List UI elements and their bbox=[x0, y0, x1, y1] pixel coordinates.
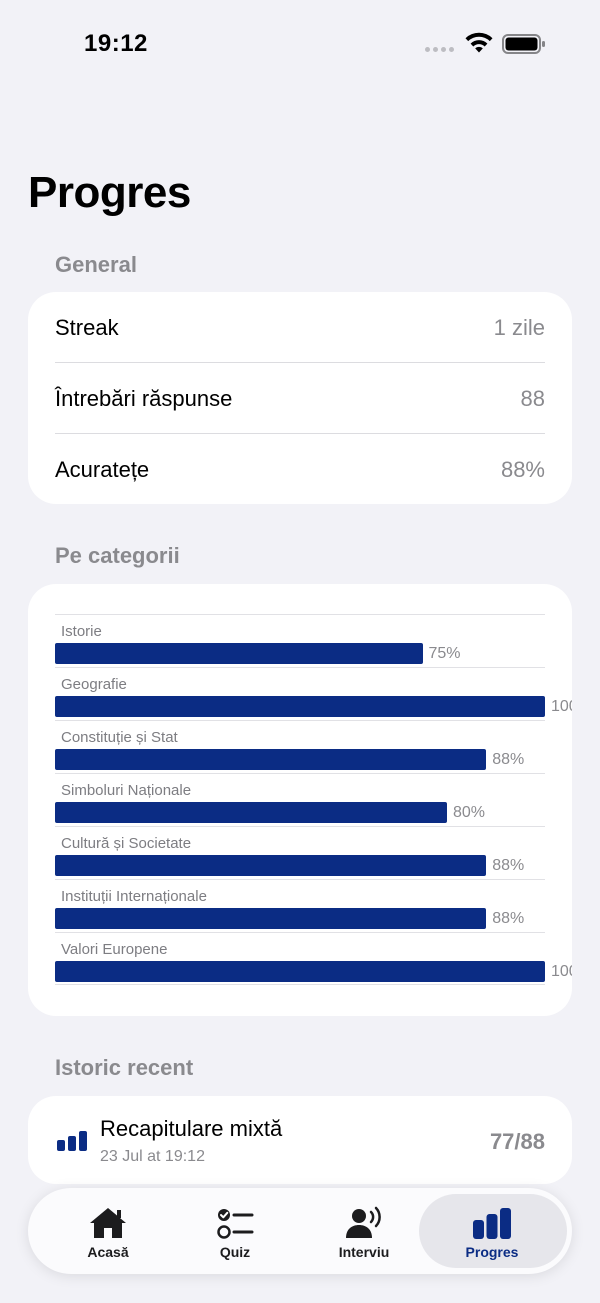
category-name: Cultură și Societate bbox=[61, 835, 192, 852]
stat-label: Acuratețe bbox=[55, 456, 150, 482]
category-percent: 88% bbox=[492, 910, 525, 927]
category-progress-bar bbox=[55, 643, 423, 664]
page-title: Progres bbox=[28, 168, 191, 217]
tab-progress[interactable]: Progres bbox=[428, 1194, 556, 1268]
category-name: Simboluri Naționale bbox=[61, 782, 192, 799]
category-percent: 75% bbox=[428, 645, 461, 662]
history-item-title: Recapitulare mixtă bbox=[100, 1116, 283, 1141]
category-percent: 80% bbox=[453, 804, 486, 821]
category-percent: 88% bbox=[492, 751, 525, 768]
tab-label: Interviu bbox=[338, 1244, 390, 1260]
history-item[interactable]: Recapitulare mixtă 23 Jul at 19:12 77/88 bbox=[28, 1096, 572, 1184]
category-name: Constituție și Stat bbox=[61, 729, 178, 746]
stat-label: Întrebări răspunse bbox=[55, 385, 233, 411]
wifi-icon bbox=[465, 32, 493, 53]
house-icon bbox=[90, 1208, 126, 1238]
cellular-signal-icon bbox=[425, 47, 454, 52]
category-row: Istorie 75% bbox=[55, 614, 545, 667]
category-name: Instituții Internaționale bbox=[61, 888, 207, 905]
divider bbox=[55, 984, 545, 985]
category-row: Cultură și Societate 88% bbox=[55, 826, 545, 879]
category-name: Valori Europene bbox=[61, 941, 168, 958]
section-header-categories: Pe categorii bbox=[55, 543, 180, 568]
stat-label: Streak bbox=[55, 314, 119, 340]
category-name: Geografie bbox=[61, 676, 127, 693]
category-progress-bar bbox=[55, 908, 487, 929]
category-progress-card: Istorie 75% Geografie 100% Constituție ș… bbox=[28, 584, 572, 1016]
tab-label: Acasă bbox=[87, 1244, 129, 1260]
category-percent: 88% bbox=[492, 857, 525, 874]
category-name: Istorie bbox=[61, 623, 102, 640]
tab-bar: Acasă Quiz Interviu Progres bbox=[28, 1188, 572, 1274]
category-row: Valori Europene 100% bbox=[55, 932, 572, 985]
section-header-general: General bbox=[55, 252, 137, 277]
person-speaking-icon bbox=[346, 1206, 381, 1238]
tab-label: Progres bbox=[465, 1244, 519, 1260]
category-row: Simboluri Naționale 80% bbox=[55, 773, 545, 826]
category-row: Constituție și Stat 88% bbox=[55, 720, 545, 773]
category-progress-bar bbox=[55, 696, 545, 717]
category-row: Geografie 100% bbox=[55, 667, 572, 720]
battery-icon bbox=[502, 34, 545, 54]
category-percent: 100% bbox=[551, 963, 572, 980]
category-row: Instituții Internaționale 88% bbox=[55, 879, 545, 932]
stat-row-accuracy: Acuratețe 88% bbox=[55, 434, 545, 505]
tab-home[interactable]: Acasă bbox=[44, 1194, 172, 1268]
tab-interview[interactable]: Interviu bbox=[300, 1194, 428, 1268]
status-time: 19:12 bbox=[84, 30, 148, 57]
general-stats-card: Streak 1 zile Întrebări răspunse 88 Acur… bbox=[28, 292, 572, 504]
bar-chart-icon bbox=[57, 1131, 87, 1151]
tab-label: Quiz bbox=[219, 1244, 251, 1260]
history-item-score: 77/88 bbox=[489, 1129, 545, 1154]
category-progress-bar bbox=[55, 855, 487, 876]
category-progress-bar bbox=[55, 961, 545, 982]
bar-chart-icon bbox=[473, 1208, 511, 1239]
stat-value: 88 bbox=[520, 385, 545, 411]
category-progress-bar bbox=[55, 749, 487, 770]
stat-value: 1 zile bbox=[493, 314, 545, 340]
status-bar: 19:12 bbox=[0, 0, 600, 90]
stat-row-streak: Streak 1 zile bbox=[55, 292, 545, 363]
section-header-history: Istoric recent bbox=[55, 1055, 194, 1080]
category-progress-bar bbox=[55, 802, 447, 823]
history-item-date: 23 Jul at 19:12 bbox=[100, 1148, 205, 1165]
tab-quiz[interactable]: Quiz bbox=[171, 1194, 299, 1268]
checklist-icon bbox=[217, 1209, 254, 1239]
stat-value: 88% bbox=[500, 456, 545, 482]
stat-row-questions-answered: Întrebări răspunse 88 bbox=[55, 363, 545, 434]
category-percent: 100% bbox=[551, 698, 572, 715]
